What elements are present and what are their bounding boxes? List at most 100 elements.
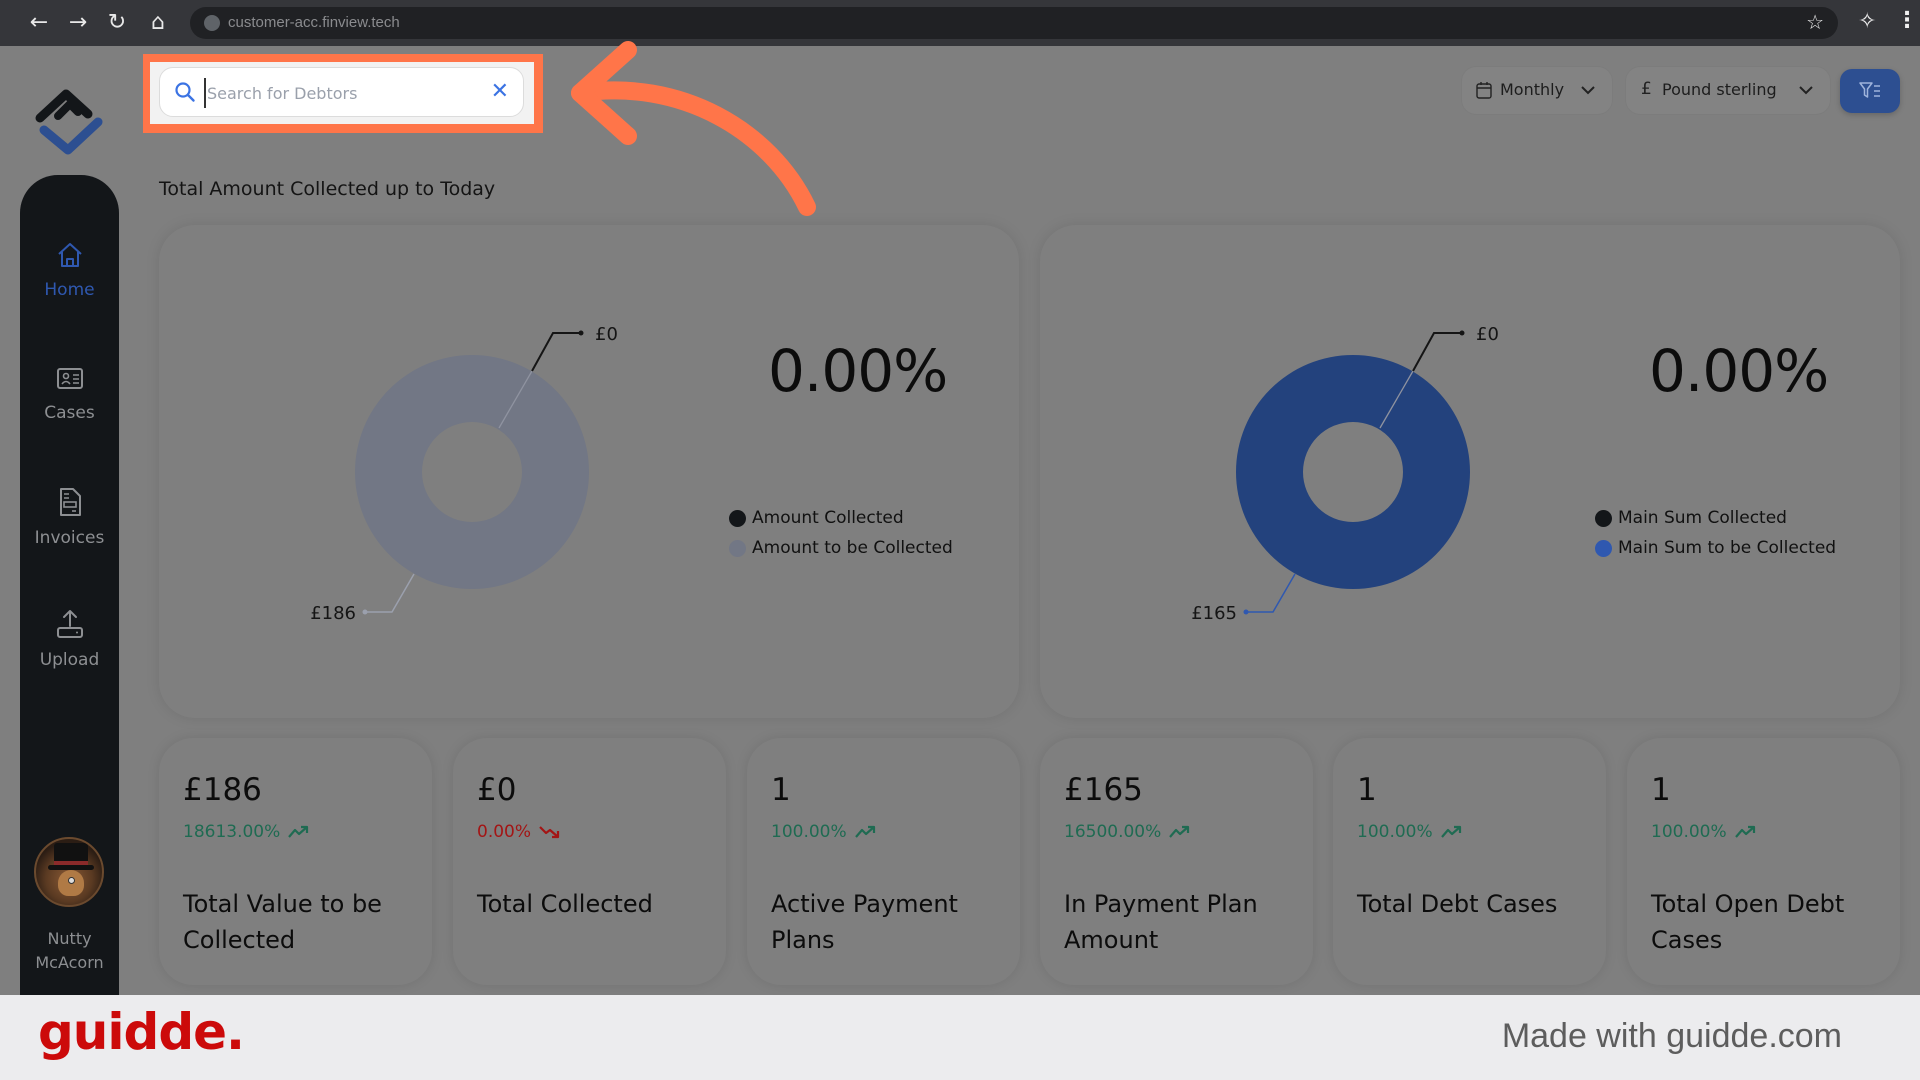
main-sum-chart-panel: £0 £165 0.00% Main Sum Collected Main Sum… bbox=[1040, 225, 1900, 718]
stat-card[interactable]: £0 0.00% Total Collected bbox=[453, 738, 726, 985]
sidebar-item-upload[interactable]: Upload bbox=[20, 608, 119, 698]
leader-dot bbox=[578, 330, 584, 336]
stat-label: Total Collected bbox=[477, 890, 653, 918]
legend-item[interactable]: Main Sum to be Collected bbox=[1595, 533, 1836, 563]
legend-dot bbox=[729, 539, 746, 557]
amount-collected-donut-chart[interactable]: £0 £186 bbox=[159, 225, 1019, 718]
upload-icon bbox=[56, 610, 83, 638]
chevron-down-icon bbox=[1581, 86, 1595, 95]
legend-dot bbox=[1595, 539, 1612, 557]
stat-value: 1 bbox=[1357, 772, 1377, 808]
legend-item[interactable]: Main Sum Collected bbox=[1595, 503, 1836, 533]
leader-dot bbox=[362, 609, 368, 615]
chevron-down-icon bbox=[1799, 86, 1813, 95]
legend-dot bbox=[729, 509, 746, 527]
main-sum-percentage: 0.00% bbox=[1649, 337, 1829, 405]
chart-legend: Amount Collected Amount to be Collected bbox=[729, 503, 953, 563]
stat-value: £0 bbox=[477, 772, 517, 808]
id-card-icon bbox=[56, 368, 83, 389]
trend-up-icon bbox=[1734, 825, 1755, 838]
leader-line bbox=[365, 573, 415, 613]
bookmark-star-icon[interactable]: ☆ bbox=[1806, 10, 1824, 34]
trend-down-icon bbox=[539, 826, 560, 839]
stat-label: Total Value to be Collected bbox=[183, 890, 382, 954]
stat-label: Total Debt Cases bbox=[1357, 890, 1558, 918]
invoice-icon bbox=[59, 488, 81, 516]
donut-slice[interactable] bbox=[355, 355, 589, 589]
donut-slice[interactable] bbox=[1236, 355, 1470, 589]
sidebar-item-label: Cases bbox=[44, 403, 95, 423]
browser-toolbar: ← → ↻ ⌂ customer-acc.finview.tech ☆ ✧ ⋮ bbox=[0, 0, 1920, 46]
collected-percentage: 0.00% bbox=[768, 337, 948, 405]
period-dropdown[interactable]: Monthly bbox=[1462, 67, 1612, 114]
leader-dot bbox=[1459, 330, 1465, 336]
main-sum-donut-chart[interactable]: £0 £165 bbox=[1040, 225, 1900, 718]
legend-item[interactable]: Amount Collected bbox=[729, 503, 953, 533]
home-icon[interactable]: ⌂ bbox=[145, 10, 171, 36]
guidde-footer: guidde. Made with guidde.com bbox=[0, 995, 1920, 1080]
made-with-text: Made with guidde.com bbox=[1501, 1017, 1842, 1055]
sidebar-item-label: Home bbox=[44, 280, 95, 300]
legend-dot bbox=[1595, 509, 1612, 527]
stat-label: In Payment Plan Amount bbox=[1064, 890, 1258, 954]
trend-up-icon bbox=[288, 825, 309, 838]
finview-logo[interactable] bbox=[32, 86, 110, 156]
filter-icon bbox=[1859, 82, 1880, 98]
search-debtors-input[interactable] bbox=[204, 78, 474, 108]
stat-value: £186 bbox=[183, 772, 262, 808]
sidebar: Home Cases Invoices Upload Nutty McAcorn bbox=[20, 175, 119, 995]
user-avatar[interactable] bbox=[34, 837, 104, 907]
stat-value: 1 bbox=[1651, 772, 1671, 808]
section-title: Total Amount Collected up to Today bbox=[159, 178, 496, 200]
donut-data-label: £0 bbox=[595, 324, 618, 345]
sidebar-item-cases[interactable]: Cases bbox=[20, 363, 119, 453]
url-text[interactable]: customer-acc.finview.tech bbox=[228, 14, 400, 31]
donut-data-label: £165 bbox=[1191, 603, 1237, 624]
stat-card[interactable]: 1 100.00% Active Payment Plans bbox=[747, 738, 1020, 985]
stat-card[interactable]: £186 18613.00% Total Value to be Collected bbox=[159, 738, 432, 985]
stat-card[interactable]: 1 100.00% Total Open Debt Cases bbox=[1627, 738, 1900, 985]
donut-data-label: £0 bbox=[1476, 324, 1499, 345]
stat-change: 0.00% bbox=[477, 822, 561, 842]
extensions-puzzle-icon[interactable]: ✧ bbox=[1858, 9, 1876, 34]
pound-icon: £ bbox=[1641, 79, 1652, 99]
sidebar-item-home[interactable]: Home bbox=[20, 240, 119, 330]
filter-button[interactable] bbox=[1840, 69, 1900, 113]
back-icon[interactable]: ← bbox=[26, 10, 52, 36]
stat-change: 100.00% bbox=[771, 822, 877, 842]
home-icon bbox=[57, 243, 82, 267]
leader-line bbox=[531, 332, 581, 372]
leader-dot bbox=[1243, 609, 1249, 615]
reload-icon[interactable]: ↻ bbox=[104, 10, 130, 36]
currency-value: Pound sterling bbox=[1662, 80, 1777, 99]
stat-change: 16500.00% bbox=[1064, 822, 1191, 842]
clear-search-icon[interactable]: ✕ bbox=[491, 79, 509, 105]
legend-item[interactable]: Amount to be Collected bbox=[729, 533, 953, 563]
search-icon bbox=[175, 82, 195, 102]
address-bar[interactable]: customer-acc.finview.tech ☆ bbox=[190, 7, 1838, 39]
stat-label: Active Payment Plans bbox=[771, 890, 958, 954]
sidebar-item-label: Upload bbox=[39, 650, 100, 670]
trend-up-icon bbox=[1440, 825, 1461, 838]
stat-card[interactable]: £165 16500.00% In Payment Plan Amount bbox=[1040, 738, 1313, 985]
stat-value: £165 bbox=[1064, 772, 1143, 808]
user-name[interactable]: Nutty McAcorn bbox=[20, 927, 119, 975]
calendar-icon bbox=[1476, 82, 1492, 99]
donut-data-label: £186 bbox=[310, 603, 356, 624]
stat-label: Total Open Debt Cases bbox=[1651, 890, 1845, 954]
search-bar[interactable]: ✕ bbox=[159, 67, 524, 117]
trend-up-icon bbox=[1169, 825, 1190, 838]
stat-card[interactable]: 1 100.00% Total Debt Cases bbox=[1333, 738, 1606, 985]
sidebar-item-label: Invoices bbox=[34, 528, 105, 548]
site-info-icon[interactable] bbox=[204, 15, 220, 31]
trend-up-icon bbox=[854, 825, 875, 838]
stat-change: 100.00% bbox=[1651, 822, 1757, 842]
chart-legend: Main Sum Collected Main Sum to be Collec… bbox=[1595, 503, 1836, 563]
forward-icon[interactable]: → bbox=[65, 10, 91, 36]
sidebar-item-invoices[interactable]: Invoices bbox=[20, 486, 119, 576]
period-value: Monthly bbox=[1500, 80, 1565, 99]
browser-menu-icon[interactable]: ⋮ bbox=[1896, 8, 1918, 33]
currency-dropdown[interactable]: £ Pound sterling bbox=[1626, 67, 1830, 114]
leader-line bbox=[1246, 573, 1296, 613]
guidde-logo: guidde. bbox=[38, 1003, 245, 1061]
